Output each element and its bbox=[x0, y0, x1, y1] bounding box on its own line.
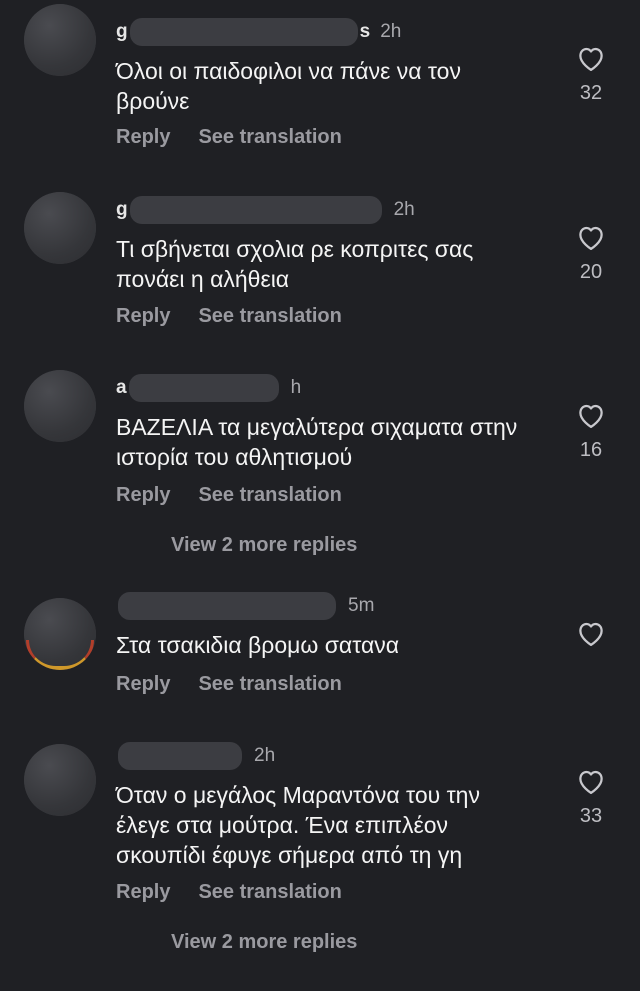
username[interactable]: g bbox=[116, 199, 128, 221]
timestamp: 2h bbox=[380, 21, 402, 42]
reply-button[interactable]: Reply bbox=[116, 673, 170, 696]
avatar[interactable] bbox=[24, 598, 96, 670]
see-translation-button[interactable]: See translation bbox=[198, 881, 341, 904]
username-row: 2h bbox=[116, 742, 275, 770]
timestamp: 5m bbox=[348, 595, 375, 616]
see-translation-button[interactable]: See translation bbox=[198, 305, 341, 328]
username-redaction bbox=[118, 592, 336, 620]
heart-outline-icon[interactable] bbox=[576, 44, 606, 72]
username[interactable]: a bbox=[116, 377, 127, 399]
see-translation-button[interactable]: See translation bbox=[198, 484, 341, 507]
comment-text: Στα τσακιδια βρομω σατανα bbox=[116, 632, 400, 658]
heart-outline-icon[interactable] bbox=[576, 401, 606, 429]
username-row: 5m bbox=[116, 592, 374, 620]
like-button[interactable]: 32 bbox=[574, 44, 608, 105]
like-button[interactable]: 16 bbox=[574, 401, 608, 462]
like-button[interactable] bbox=[574, 619, 608, 657]
username-end: s bbox=[359, 21, 371, 42]
timestamp: 2h bbox=[254, 745, 276, 766]
comment-text: Όλοι οι παιδοφιλοι να πάνε να τον βρούνε bbox=[116, 58, 461, 114]
username-row: g s 2h bbox=[116, 18, 401, 46]
comment-actions: Reply See translation bbox=[116, 673, 342, 696]
like-count: 20 bbox=[579, 261, 603, 283]
username-redaction bbox=[118, 742, 242, 770]
comment-actions: Reply See translation bbox=[116, 126, 342, 149]
comment-text: Όταν ο μεγάλος Μαραντόνα του την έλεγε σ… bbox=[116, 782, 480, 868]
see-translation-button[interactable]: See translation bbox=[198, 126, 341, 149]
timestamp: 2h bbox=[393, 199, 415, 220]
avatar[interactable] bbox=[24, 4, 96, 76]
username[interactable]: g bbox=[116, 21, 128, 43]
like-button[interactable]: 33 bbox=[574, 767, 608, 828]
avatar[interactable] bbox=[24, 370, 96, 442]
reply-button[interactable]: Reply bbox=[116, 126, 170, 149]
comment-text: ΒΑΖΕΛΙΑ τα μεγαλύτερα σιχαματα στην ιστο… bbox=[116, 414, 518, 470]
username-row: g 2h bbox=[116, 196, 415, 224]
comment-text: Τι σβήνεται σχολια ρε κοπριτες σας πονάε… bbox=[116, 236, 474, 292]
like-count: 32 bbox=[579, 82, 603, 104]
username-redaction bbox=[129, 18, 358, 46]
view-more-replies[interactable]: View 2 more replies bbox=[171, 931, 357, 954]
timestamp: h bbox=[290, 377, 302, 398]
comment-actions: Reply See translation bbox=[116, 305, 342, 328]
heart-outline-icon[interactable] bbox=[576, 619, 606, 647]
reply-button[interactable]: Reply bbox=[116, 881, 170, 904]
reply-button[interactable]: Reply bbox=[116, 484, 170, 507]
avatar[interactable] bbox=[24, 192, 96, 264]
like-button[interactable]: 20 bbox=[574, 223, 608, 284]
comment-actions: Reply See translation bbox=[116, 881, 342, 904]
username-redaction bbox=[128, 374, 279, 402]
reply-button[interactable]: Reply bbox=[116, 305, 170, 328]
heart-outline-icon[interactable] bbox=[576, 223, 606, 251]
like-count: 33 bbox=[579, 805, 603, 827]
comment-actions: Reply See translation bbox=[116, 484, 342, 507]
like-count: 16 bbox=[579, 439, 603, 461]
heart-outline-icon[interactable] bbox=[576, 767, 606, 795]
avatar[interactable] bbox=[24, 744, 96, 816]
username-row: a h bbox=[116, 374, 301, 402]
username-redaction bbox=[129, 196, 382, 224]
see-translation-button[interactable]: See translation bbox=[198, 673, 341, 696]
view-more-replies[interactable]: View 2 more replies bbox=[171, 534, 357, 557]
